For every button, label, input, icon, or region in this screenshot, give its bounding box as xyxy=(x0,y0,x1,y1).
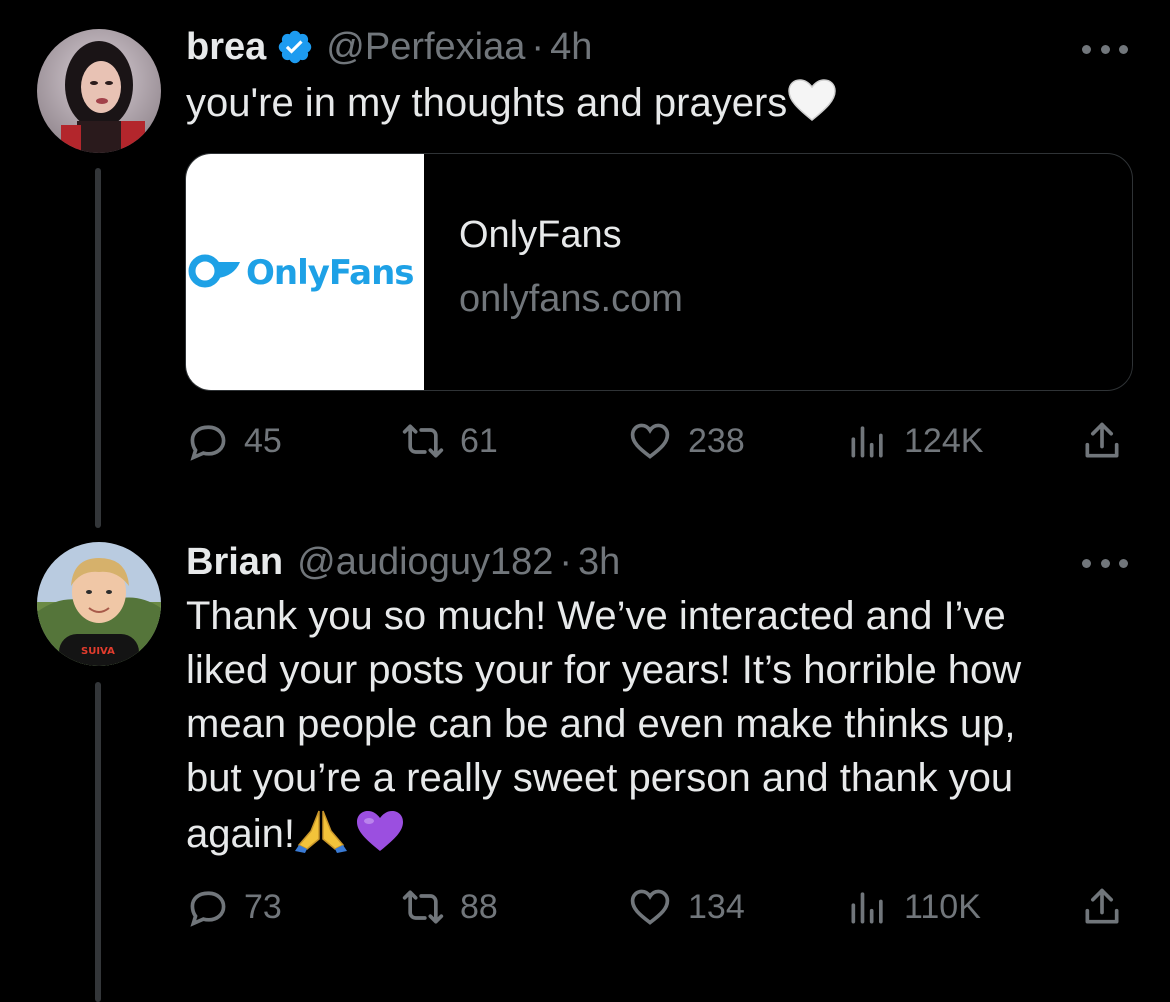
handle[interactable]: @Perfexiaa xyxy=(326,26,525,69)
reply-count: 73 xyxy=(244,887,282,926)
reply-button[interactable]: 73 xyxy=(186,882,282,932)
like-count: 238 xyxy=(688,421,745,460)
timestamp[interactable]: 3h xyxy=(578,541,620,584)
views-icon xyxy=(851,426,883,458)
tweet-header: Brian @audioguy182 · 3h xyxy=(186,538,620,586)
tweet-text-line: Thank you so much! We’ve interacted and … xyxy=(186,594,1006,638)
separator-dot: · xyxy=(531,25,545,68)
tweet-text-line: but you’re a really sweet person and tha… xyxy=(186,756,1014,800)
thread-line xyxy=(95,682,101,1002)
repost-button[interactable]: 61 xyxy=(400,416,498,466)
share-button[interactable] xyxy=(1080,882,1124,932)
more-options-icon[interactable] xyxy=(1082,42,1128,56)
view-count: 110K xyxy=(904,887,981,926)
link-card[interactable]: OnlyFans OnlyFans onlyfans.com xyxy=(185,153,1133,391)
repost-count: 88 xyxy=(460,887,498,926)
more-options-icon[interactable] xyxy=(1082,556,1128,570)
action-bar: 45 61 238 124K xyxy=(186,416,1130,466)
separator-dot: · xyxy=(559,540,573,583)
tweet-header: brea @Perfexiaa · 4h xyxy=(186,23,592,71)
repost-icon xyxy=(402,890,444,924)
thread-line xyxy=(95,168,101,528)
onlyfans-logo-icon xyxy=(188,254,242,293)
svg-text:SUIVA: SUIVA xyxy=(81,646,115,657)
handle[interactable]: @audioguy182 xyxy=(297,541,553,584)
action-bar: 73 88 134 110K xyxy=(186,882,1130,932)
share-button[interactable] xyxy=(1080,416,1124,466)
tweet-text-last-line: again! xyxy=(186,805,1116,867)
reply-icon xyxy=(190,425,226,461)
tweet-text-content: you're in my thoughts and prayers xyxy=(186,81,788,125)
share-icon xyxy=(1085,888,1119,924)
tweet-text-line: mean people can be and even make thinks … xyxy=(186,702,1016,746)
verified-badge-icon xyxy=(276,28,314,66)
views-button[interactable]: 110K xyxy=(846,882,981,932)
card-thumbnail: OnlyFans xyxy=(186,154,424,390)
reply-count: 45 xyxy=(244,421,282,460)
view-count: 124K xyxy=(904,421,984,460)
card-logo-text: OnlyFans xyxy=(246,253,415,293)
like-button[interactable]: 134 xyxy=(626,882,745,932)
white-heart-icon xyxy=(787,78,837,136)
tweet-text: Thank you so much! We’ve interacted and … xyxy=(186,589,1116,867)
avatar-brea[interactable] xyxy=(37,29,161,153)
share-icon xyxy=(1085,422,1119,458)
folded-hands-icon xyxy=(294,805,347,867)
tweet-2[interactable]: SUIVA Brian @audioguy182 · 3h Thank you … xyxy=(0,530,1170,1002)
avatar-brian[interactable]: SUIVA xyxy=(37,542,161,666)
reply-button[interactable]: 45 xyxy=(186,416,282,466)
repost-count: 61 xyxy=(460,421,498,460)
views-icon xyxy=(851,892,883,924)
like-count: 134 xyxy=(688,887,745,926)
heart-icon xyxy=(630,889,670,925)
purple-heart-icon xyxy=(355,809,405,867)
tweet-text-line: again! xyxy=(186,812,295,856)
display-name[interactable]: brea xyxy=(186,26,266,69)
repost-icon xyxy=(402,424,444,458)
reply-icon xyxy=(190,891,226,927)
timestamp[interactable]: 4h xyxy=(550,26,592,69)
tweet-1[interactable]: brea @Perfexiaa · 4h you're in my though… xyxy=(0,0,1170,530)
like-button[interactable]: 238 xyxy=(626,416,745,466)
tweet-text: you're in my thoughts and prayers xyxy=(186,76,1116,136)
display-name[interactable]: Brian xyxy=(186,541,283,584)
heart-icon xyxy=(630,423,670,459)
repost-button[interactable]: 88 xyxy=(400,882,498,932)
card-domain: onlyfans.com xyxy=(459,278,683,320)
card-title: OnlyFans xyxy=(459,214,622,256)
tweet-text-line: liked your posts your for years! It’s ho… xyxy=(186,648,1022,692)
views-button[interactable]: 124K xyxy=(846,416,983,466)
